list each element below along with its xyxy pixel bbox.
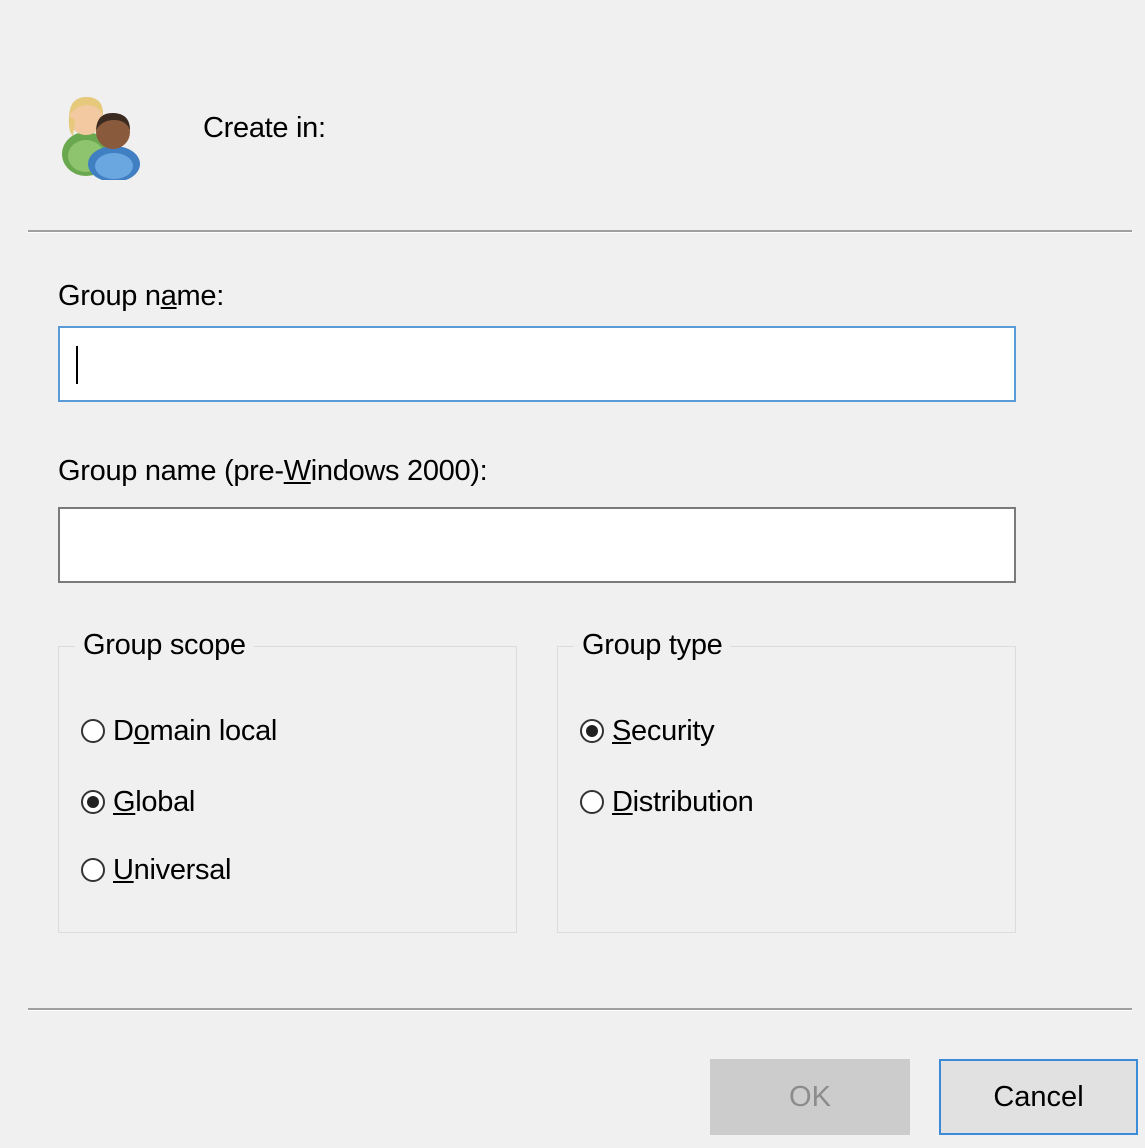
access-key: a — [160, 280, 177, 312]
radio-distribution[interactable]: Distribution — [580, 782, 754, 822]
radio-label-security: Security — [612, 714, 715, 747]
radio-button[interactable] — [81, 719, 105, 743]
group-scope-legend: Group scope — [75, 627, 254, 663]
text-caret — [76, 346, 78, 384]
group-type-box: Group type Security Distribution — [557, 627, 1016, 933]
radio-security[interactable]: Security — [580, 711, 715, 751]
radio-label-distribution: Distribution — [612, 785, 754, 818]
radio-universal[interactable]: Universal — [81, 850, 231, 890]
create-in-label: Create in: — [203, 112, 326, 144]
radio-label-global: Global — [113, 785, 196, 818]
users-group-icon — [56, 88, 146, 182]
radio-button-checked[interactable] — [81, 790, 105, 814]
header-separator — [28, 230, 1132, 233]
radio-label-domain-local: Domain local — [113, 714, 278, 747]
access-key: W — [283, 455, 311, 487]
group-scope-box: Group scope Domain local Global Universa… — [58, 627, 517, 933]
radio-button[interactable] — [81, 858, 105, 882]
radio-global[interactable]: Global — [81, 782, 195, 822]
new-group-dialog: Create in: Group name: Group name (pre-W… — [0, 0, 1145, 1148]
footer-separator — [28, 1008, 1132, 1011]
radio-button[interactable] — [580, 790, 604, 814]
radio-domain-local[interactable]: Domain local — [81, 711, 277, 751]
group-name-pre2000-label: Group name (pre-Windows 2000): — [58, 455, 488, 487]
radio-label-universal: Universal — [113, 853, 232, 886]
group-name-input[interactable] — [58, 326, 1016, 402]
radio-button-checked[interactable] — [580, 719, 604, 743]
group-name-pre2000-input[interactable] — [58, 507, 1016, 583]
group-name-label: Group name: — [58, 280, 224, 312]
ok-button[interactable]: OK — [710, 1059, 910, 1135]
cancel-button[interactable]: Cancel — [939, 1059, 1138, 1135]
group-type-legend: Group type — [574, 627, 731, 663]
